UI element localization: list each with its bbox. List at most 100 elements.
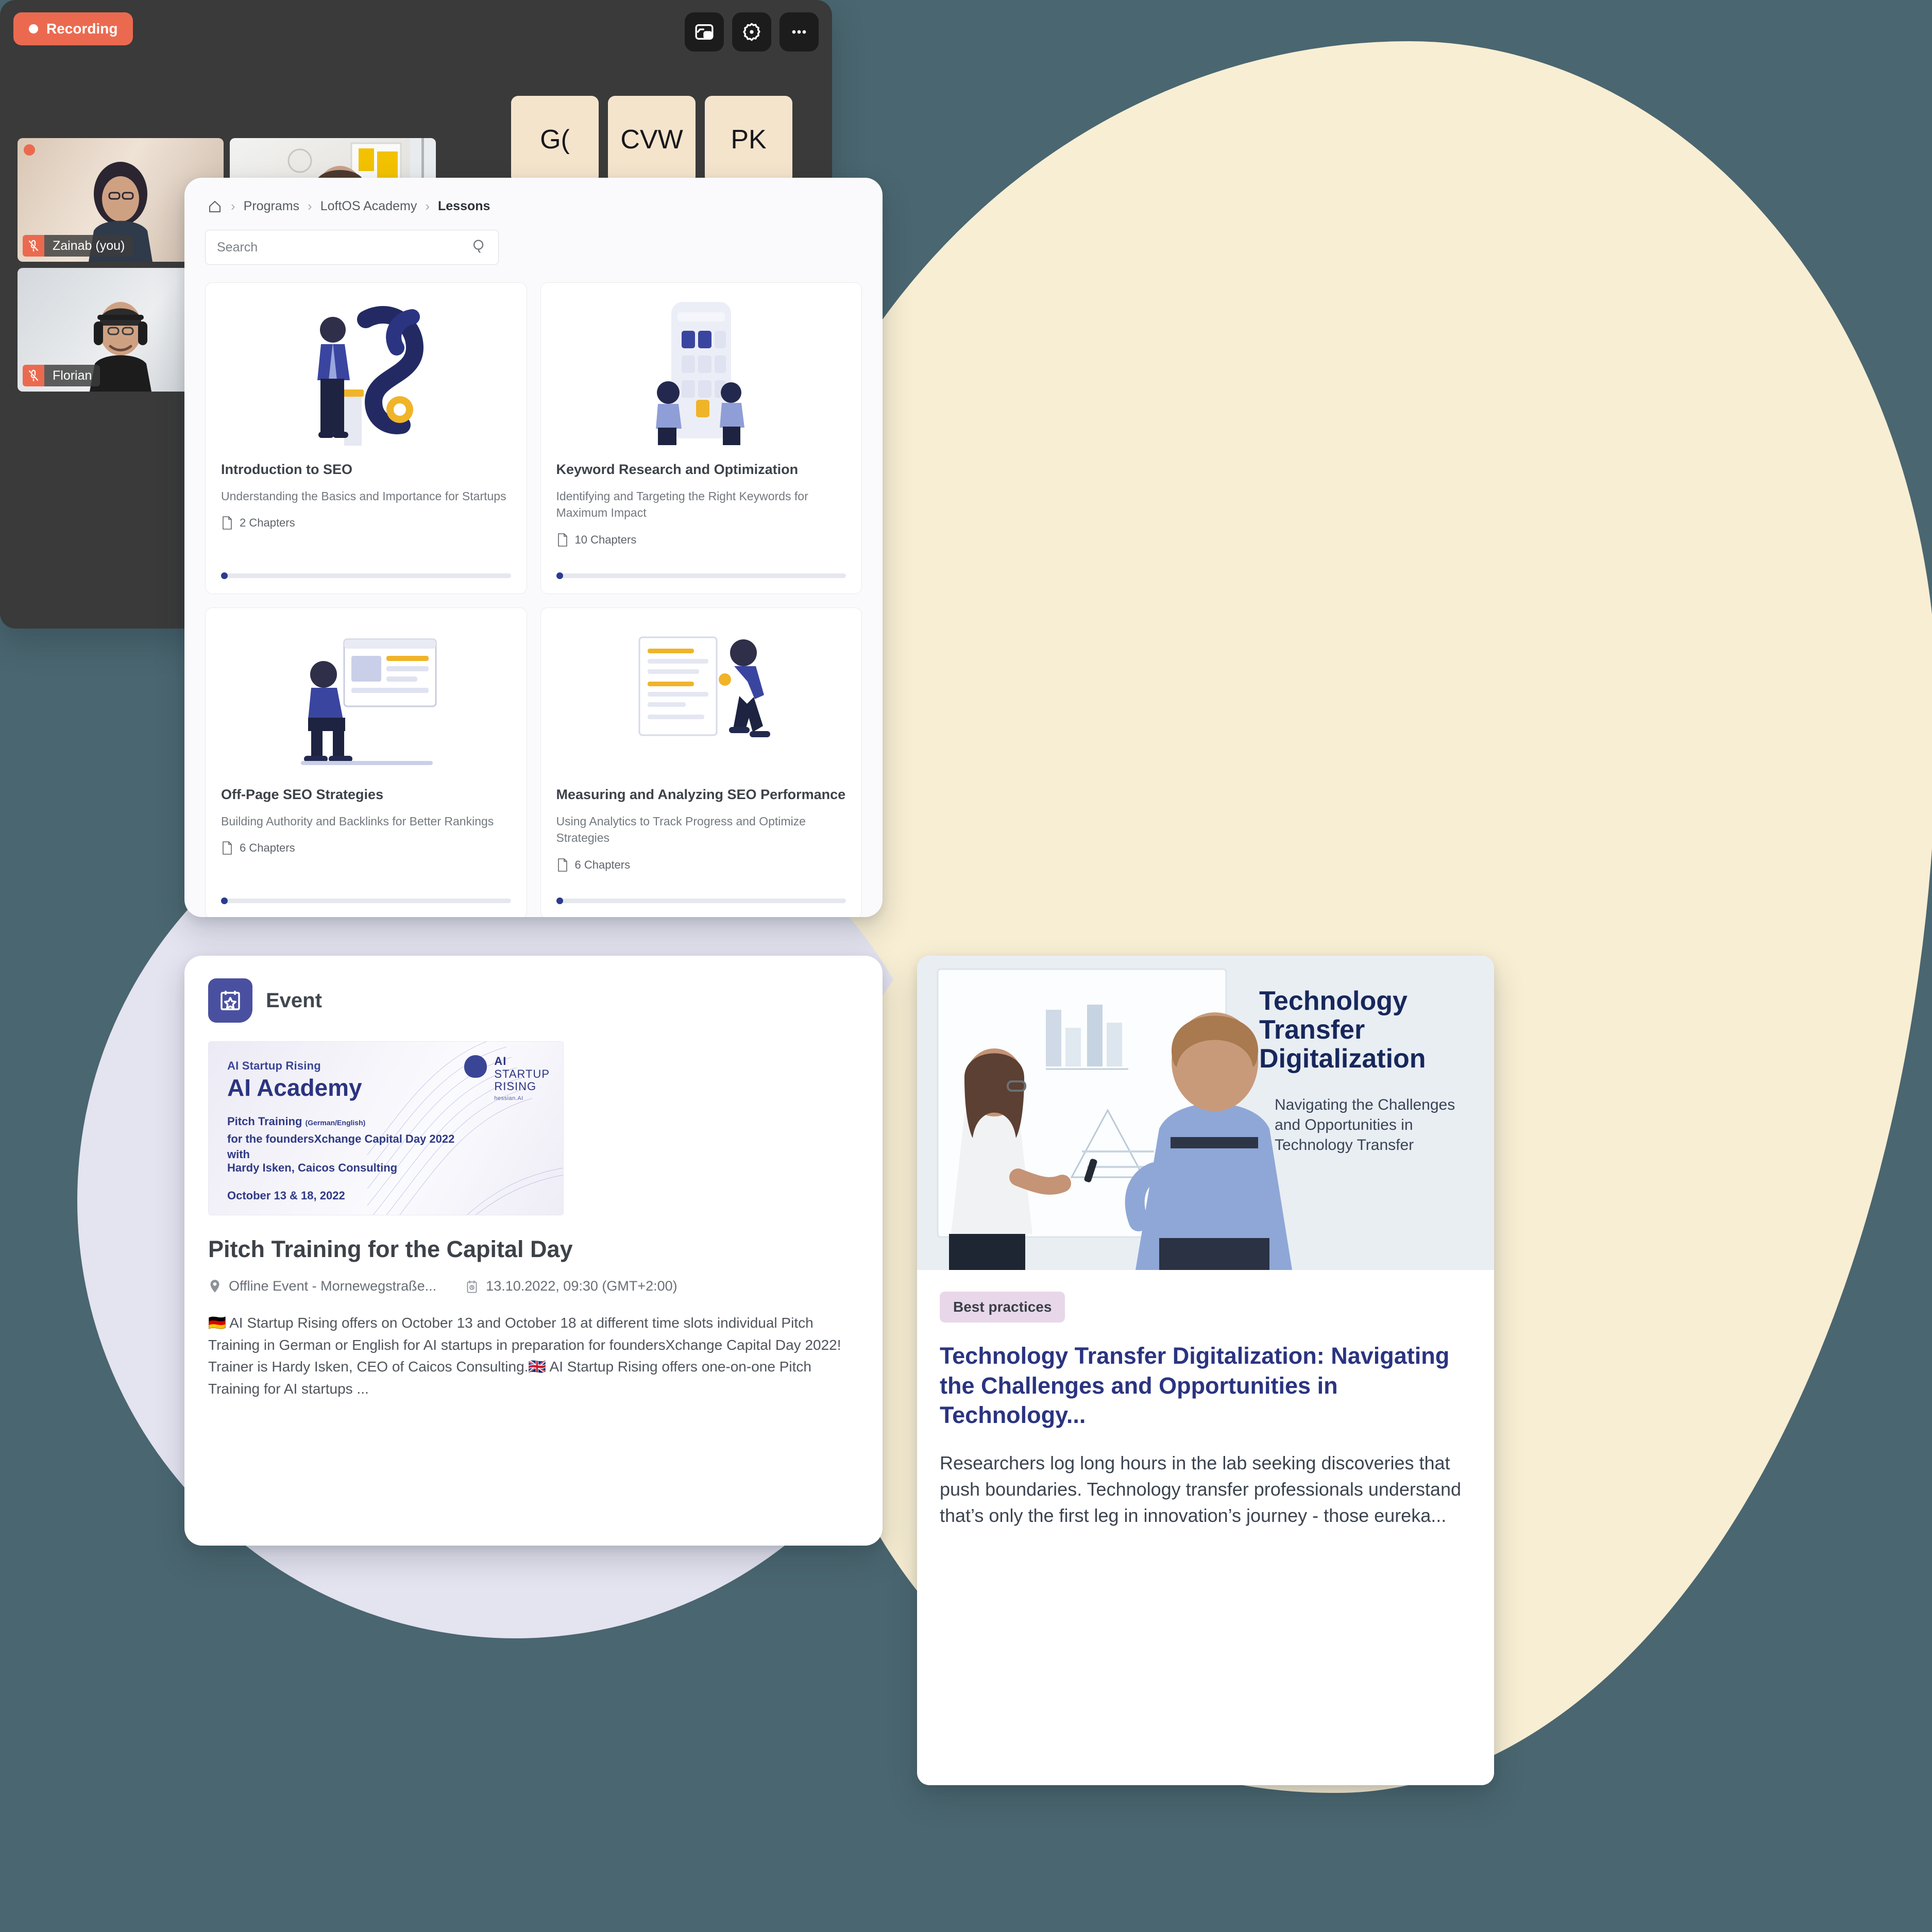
lesson-description: Understanding the Basics and Importance … bbox=[221, 489, 506, 503]
recording-badge: Recording bbox=[13, 12, 133, 45]
search-placeholder: Search bbox=[217, 240, 258, 255]
picture-in-picture-icon bbox=[695, 24, 714, 40]
search-icon[interactable] bbox=[470, 238, 488, 258]
calendar-clock-icon bbox=[467, 1280, 477, 1293]
lesson-chapters: 10 Chapters bbox=[556, 533, 846, 547]
event-title: Pitch Training for the Capital Day bbox=[208, 1236, 573, 1262]
more-options-button[interactable] bbox=[779, 12, 819, 52]
lesson-card-grid: Introduction to SEO Understanding the Ba… bbox=[205, 282, 862, 917]
banner-line-2: for the foundersXchange Capital Day 2022 bbox=[227, 1132, 455, 1145]
breadcrumb-item-programs[interactable]: Programs bbox=[244, 199, 299, 214]
video-call-topbar: Recording bbox=[13, 12, 819, 62]
lesson-progress-bar bbox=[556, 897, 846, 904]
lesson-card[interactable]: Introduction to SEO Understanding the Ba… bbox=[205, 282, 527, 594]
lesson-title: Measuring and Analyzing SEO Performance bbox=[556, 787, 846, 802]
article-hero-subtitle: Navigating the Challenges and Opportunit… bbox=[1275, 1096, 1455, 1154]
lesson-illustration-offpage-seo bbox=[221, 621, 511, 776]
more-horizontal-icon bbox=[792, 30, 806, 34]
gear-icon bbox=[743, 23, 760, 41]
search-input[interactable]: Search bbox=[205, 230, 499, 265]
lesson-progress-bar bbox=[221, 572, 511, 579]
event-banner-image: AI Startup Rising AI Academy Pitch Train… bbox=[208, 1041, 564, 1215]
breadcrumb-item-loftos-academy[interactable]: LoftOS Academy bbox=[320, 199, 417, 214]
article-hero-title: Technology Transfer Digitalization bbox=[1259, 986, 1426, 1074]
lesson-chapters-label: 2 Chapters bbox=[240, 516, 295, 530]
banner-logo-mark-icon bbox=[464, 1055, 487, 1078]
article-excerpt: Researchers log long hours in the lab se… bbox=[940, 1452, 1461, 1526]
calendar-star-icon bbox=[208, 978, 252, 1023]
avatar-tile[interactable]: G( bbox=[511, 96, 599, 183]
lesson-title: Off-Page SEO Strategies bbox=[221, 787, 384, 802]
lesson-card[interactable]: Off-Page SEO Strategies Building Authori… bbox=[205, 607, 527, 917]
banner-line-1: Pitch Training (German/English) bbox=[227, 1115, 365, 1128]
lesson-illustration-intro-seo bbox=[221, 296, 511, 451]
lesson-title: Introduction to SEO bbox=[221, 462, 352, 477]
recording-dot-icon bbox=[29, 24, 38, 33]
event-location: Offline Event - Mornewegstraße... bbox=[208, 1278, 436, 1296]
lesson-description: Building Authority and Backlinks for Bet… bbox=[221, 814, 494, 828]
banner-logo-line-3: RISING bbox=[494, 1080, 537, 1093]
lesson-title: Keyword Research and Optimization bbox=[556, 462, 799, 477]
banner-line-1-main: Pitch Training bbox=[227, 1115, 302, 1128]
map-pin-icon bbox=[210, 1280, 219, 1293]
breadcrumb-item-lessons[interactable]: Lessons bbox=[438, 199, 490, 214]
banner-line-4: Hardy Isken, Caicos Consulting bbox=[227, 1161, 398, 1174]
banner-logo-sub: hessian.AI bbox=[494, 1095, 523, 1101]
avatar-tile[interactable]: PK bbox=[705, 96, 792, 183]
event-panel: Event AI Startup Rising AI Academy Pitch… bbox=[184, 956, 883, 1546]
lesson-progress-indicator bbox=[556, 572, 563, 579]
settings-button[interactable] bbox=[732, 12, 771, 52]
event-location-text: Offline Event - Mornewegstraße... bbox=[229, 1278, 437, 1294]
banner-line-1-language: (German/English) bbox=[305, 1118, 366, 1127]
article-content: Best practices Technology Transfer Digit… bbox=[917, 1270, 1494, 1554]
recording-label: Recording bbox=[46, 21, 118, 37]
lesson-description: Identifying and Targeting the Right Keyw… bbox=[556, 489, 808, 520]
breadcrumb: › Programs › LoftOS Academy › Lessons bbox=[205, 196, 862, 214]
avatar-tile[interactable]: CVW bbox=[608, 96, 696, 183]
lesson-chapters: 2 Chapters bbox=[221, 516, 511, 530]
lesson-progress-bar bbox=[556, 572, 846, 579]
recording-indicator-dot bbox=[24, 144, 35, 156]
lesson-chapters: 6 Chapters bbox=[556, 858, 846, 872]
mic-muted-icon bbox=[23, 365, 44, 386]
lesson-chapters-label: 10 Chapters bbox=[574, 533, 637, 547]
participant-name-chip: Florian bbox=[23, 365, 100, 386]
breadcrumb-separator-2: › bbox=[308, 198, 312, 214]
event-datetime: 13.10.2022, 09:30 (GMT+2:00) bbox=[465, 1278, 677, 1296]
lesson-chapters: 6 Chapters bbox=[221, 841, 511, 855]
article-tag-badge[interactable]: Best practices bbox=[940, 1292, 1065, 1323]
banner-kicker: AI Startup Rising bbox=[227, 1059, 321, 1072]
banner-logo-wordmark: AI STARTUP RISING hessian.AI bbox=[494, 1055, 550, 1101]
participant-name: Florian bbox=[44, 365, 100, 386]
breadcrumb-separator-1: › bbox=[231, 198, 235, 214]
lesson-card[interactable]: Measuring and Analyzing SEO Performance … bbox=[540, 607, 862, 917]
banner-line-3: with bbox=[227, 1148, 250, 1161]
event-header: Event bbox=[208, 978, 859, 1023]
mic-muted-icon bbox=[23, 235, 44, 257]
lessons-panel: › Programs › LoftOS Academy › Lessons Se… bbox=[184, 178, 883, 917]
banner-logo-line-2: STARTUP bbox=[494, 1067, 550, 1080]
event-datetime-text: 13.10.2022, 09:30 (GMT+2:00) bbox=[486, 1278, 677, 1294]
lesson-progress-bar bbox=[221, 897, 511, 904]
lesson-chapters-label: 6 Chapters bbox=[240, 841, 295, 855]
lesson-progress-indicator bbox=[556, 897, 563, 904]
home-icon[interactable] bbox=[207, 199, 223, 214]
article-panel[interactable]: Technology Transfer Digitalization Navig… bbox=[917, 956, 1494, 1785]
banner-logo: AI STARTUP RISING hessian.AI bbox=[464, 1055, 550, 1101]
lesson-progress-indicator bbox=[221, 572, 228, 579]
article-title[interactable]: Technology Transfer Digitalization: Navi… bbox=[940, 1341, 1471, 1430]
event-kicker-label: Event bbox=[266, 989, 322, 1012]
lesson-description: Using Analytics to Track Progress and Op… bbox=[556, 814, 806, 845]
lesson-chapters-label: 6 Chapters bbox=[574, 858, 631, 872]
lesson-progress-indicator bbox=[221, 897, 228, 904]
participant-name: Zainab (you) bbox=[44, 235, 133, 257]
picture-in-picture-button[interactable] bbox=[685, 12, 724, 52]
banner-title: AI Academy bbox=[227, 1074, 362, 1101]
article-hero-image: Technology Transfer Digitalization Navig… bbox=[917, 956, 1494, 1270]
lesson-illustration-measuring-seo bbox=[556, 621, 846, 776]
banner-logo-line-1: AI bbox=[494, 1055, 507, 1067]
lesson-illustration-keyword-research bbox=[556, 296, 846, 451]
video-call-top-actions bbox=[685, 12, 819, 52]
lesson-card[interactable]: Keyword Research and Optimization Identi… bbox=[540, 282, 862, 594]
breadcrumb-separator-3: › bbox=[425, 198, 430, 214]
